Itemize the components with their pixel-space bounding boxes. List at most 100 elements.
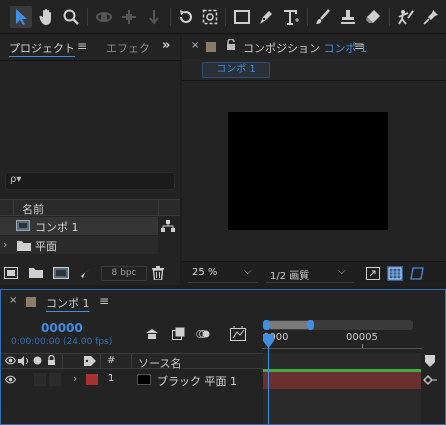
resolution-select[interactable]: 1/2 画質 ⌵ (266, 265, 354, 283)
column-source-name-label[interactable]: ソース名 (138, 355, 181, 371)
lock-icon[interactable] (47, 355, 56, 366)
tab-project[interactable]: プロジェクト (9, 40, 75, 56)
toolbar (0, 0, 446, 34)
work-area-end-handle[interactable] (307, 320, 314, 330)
hamburger-menu-icon[interactable]: ≡ (99, 294, 109, 308)
project-column-header: 名前 (0, 199, 180, 216)
layer-duration-bar[interactable] (263, 372, 421, 389)
timeline-panel: × コンポ 1 ≡ 00000 0:00:00:00 (24.00 fps) 0… (0, 289, 446, 425)
solid-layer-icon (137, 374, 151, 385)
pan-behind-tool-icon[interactable] (199, 6, 221, 28)
hamburger-menu-icon[interactable]: ≡ (77, 39, 87, 53)
solo-icon[interactable] (33, 356, 42, 365)
work-area-bar[interactable] (263, 320, 413, 330)
list-item-label: 平面 (35, 240, 57, 253)
pan-camera-tool-icon[interactable] (118, 6, 140, 28)
mask-visibility-icon[interactable] (410, 267, 424, 280)
layer-column-header: # ソース名 (1, 353, 263, 371)
render-queue-icon[interactable] (80, 267, 92, 279)
lock-icon[interactable] (226, 39, 236, 51)
column-number-label: # (107, 355, 116, 366)
viewer-footer: 25 % ⌵ 1/2 画質 ⌵ (182, 261, 446, 285)
timeline-tab-bar: × コンポ 1 ≡ (1, 290, 445, 314)
time-ruler[interactable] (262, 348, 422, 349)
hand-tool-icon[interactable] (36, 6, 58, 28)
comp-flow-button[interactable]: コンポ 1 (202, 62, 270, 78)
list-item[interactable]: コンポ 1 (0, 217, 158, 235)
tab-composition-prefix: コンポジション (243, 42, 320, 55)
project-footer: 8 bpc (0, 264, 180, 284)
layer-name[interactable]: ブラック 平面 1 (157, 373, 237, 389)
eraser-tool-icon[interactable] (362, 6, 384, 28)
layer-label-color[interactable] (86, 374, 98, 385)
tab-effects[interactable]: エフェク (106, 40, 150, 56)
folder-icon (17, 240, 31, 251)
viewer-comp-navigator: コンポ 1 (182, 59, 446, 81)
solo-toggle[interactable] (34, 373, 46, 386)
eye-icon[interactable] (5, 375, 16, 384)
selection-tool-icon[interactable] (10, 6, 32, 28)
lock-toggle[interactable] (49, 373, 61, 386)
brush-tool-icon[interactable] (312, 6, 334, 28)
chevron-right-icon[interactable]: › (3, 238, 7, 251)
fast-previews-icon[interactable] (366, 267, 380, 280)
close-icon[interactable]: × (9, 295, 17, 306)
composition-viewer-panel: × コンポジション コンポ 1 ≡ コンポ 1 25 % ⌵ 1/2 画質 ⌵ (182, 35, 446, 285)
pen-tool-icon[interactable] (255, 6, 277, 28)
zoom-select[interactable]: 25 % ⌵ (188, 265, 258, 283)
hamburger-menu-icon[interactable]: ≡ (354, 39, 364, 53)
graph-editor-icon[interactable] (230, 326, 246, 341)
column-name-label[interactable]: 名前 (22, 201, 44, 217)
timeline-track-area[interactable] (263, 389, 421, 424)
bpc-button[interactable]: 8 bpc (101, 266, 147, 281)
orbit-camera-tool-icon[interactable] (93, 6, 115, 28)
keyframe-nav-icon[interactable] (423, 375, 437, 385)
tab-timeline-comp[interactable]: コンポ 1 (46, 295, 90, 311)
work-area-range[interactable] (269, 321, 309, 329)
project-thumbnail-area (0, 62, 180, 162)
dolly-camera-tool-icon[interactable] (143, 6, 165, 28)
interpret-footage-icon[interactable] (4, 267, 18, 279)
resolution-value: 1/2 画質 (270, 271, 310, 282)
new-folder-icon[interactable] (29, 267, 43, 278)
project-panel: プロジェクト ≡ エフェク » ρ▾ 名前 コンポ 1 › 平面 8 bpc (0, 35, 180, 285)
trash-icon[interactable] (152, 266, 164, 280)
out-point-marker-icon[interactable] (425, 355, 435, 367)
motion-blur-icon[interactable] (196, 327, 212, 341)
rotation-tool-icon[interactable] (175, 6, 197, 28)
tab-composition[interactable]: コンポジション コンポ 1 (243, 40, 367, 56)
label-tag-icon[interactable] (84, 356, 96, 366)
transparency-grid-icon[interactable] (387, 266, 403, 281)
table-row[interactable]: › 1 ブラック 平面 1 (1, 371, 263, 389)
shy-layers-icon[interactable] (144, 328, 160, 340)
new-composition-icon[interactable] (53, 267, 69, 279)
search-icon: ρ▾ (10, 174, 22, 185)
close-icon[interactable]: × (191, 40, 199, 51)
ruler-mark-label: 00005 (346, 332, 378, 343)
rectangle-tool-icon[interactable] (231, 6, 253, 28)
chevron-down-icon: ⌵ (338, 266, 346, 277)
label-color-swatch (206, 42, 216, 52)
composition-icon (16, 220, 30, 231)
eye-icon[interactable] (5, 356, 16, 365)
playhead-icon[interactable] (263, 334, 274, 348)
layer-bar-header (263, 353, 445, 369)
frame-blending-icon[interactable] (172, 327, 186, 341)
current-timecode[interactable]: 00000 (41, 321, 83, 335)
puppet-tool-icon[interactable] (420, 6, 442, 28)
work-area-start-handle[interactable] (263, 320, 270, 330)
project-search-input[interactable]: ρ▾ (5, 172, 175, 190)
flowchart-icon[interactable] (161, 220, 175, 232)
audio-icon[interactable] (18, 356, 29, 366)
list-item[interactable]: › 平面 (0, 236, 158, 254)
viewer-area[interactable] (182, 82, 446, 261)
zoom-tool-icon[interactable] (60, 6, 82, 28)
roto-brush-tool-icon[interactable] (395, 6, 417, 28)
composition-canvas[interactable] (228, 112, 388, 230)
chevron-right-icon[interactable]: › (73, 372, 77, 385)
clone-stamp-tool-icon[interactable] (337, 6, 359, 28)
type-tool-icon[interactable] (280, 6, 302, 28)
panel-overflow-icon[interactable]: » (162, 38, 170, 53)
playhead-line[interactable] (268, 336, 269, 424)
layer-number: 1 (108, 373, 115, 384)
